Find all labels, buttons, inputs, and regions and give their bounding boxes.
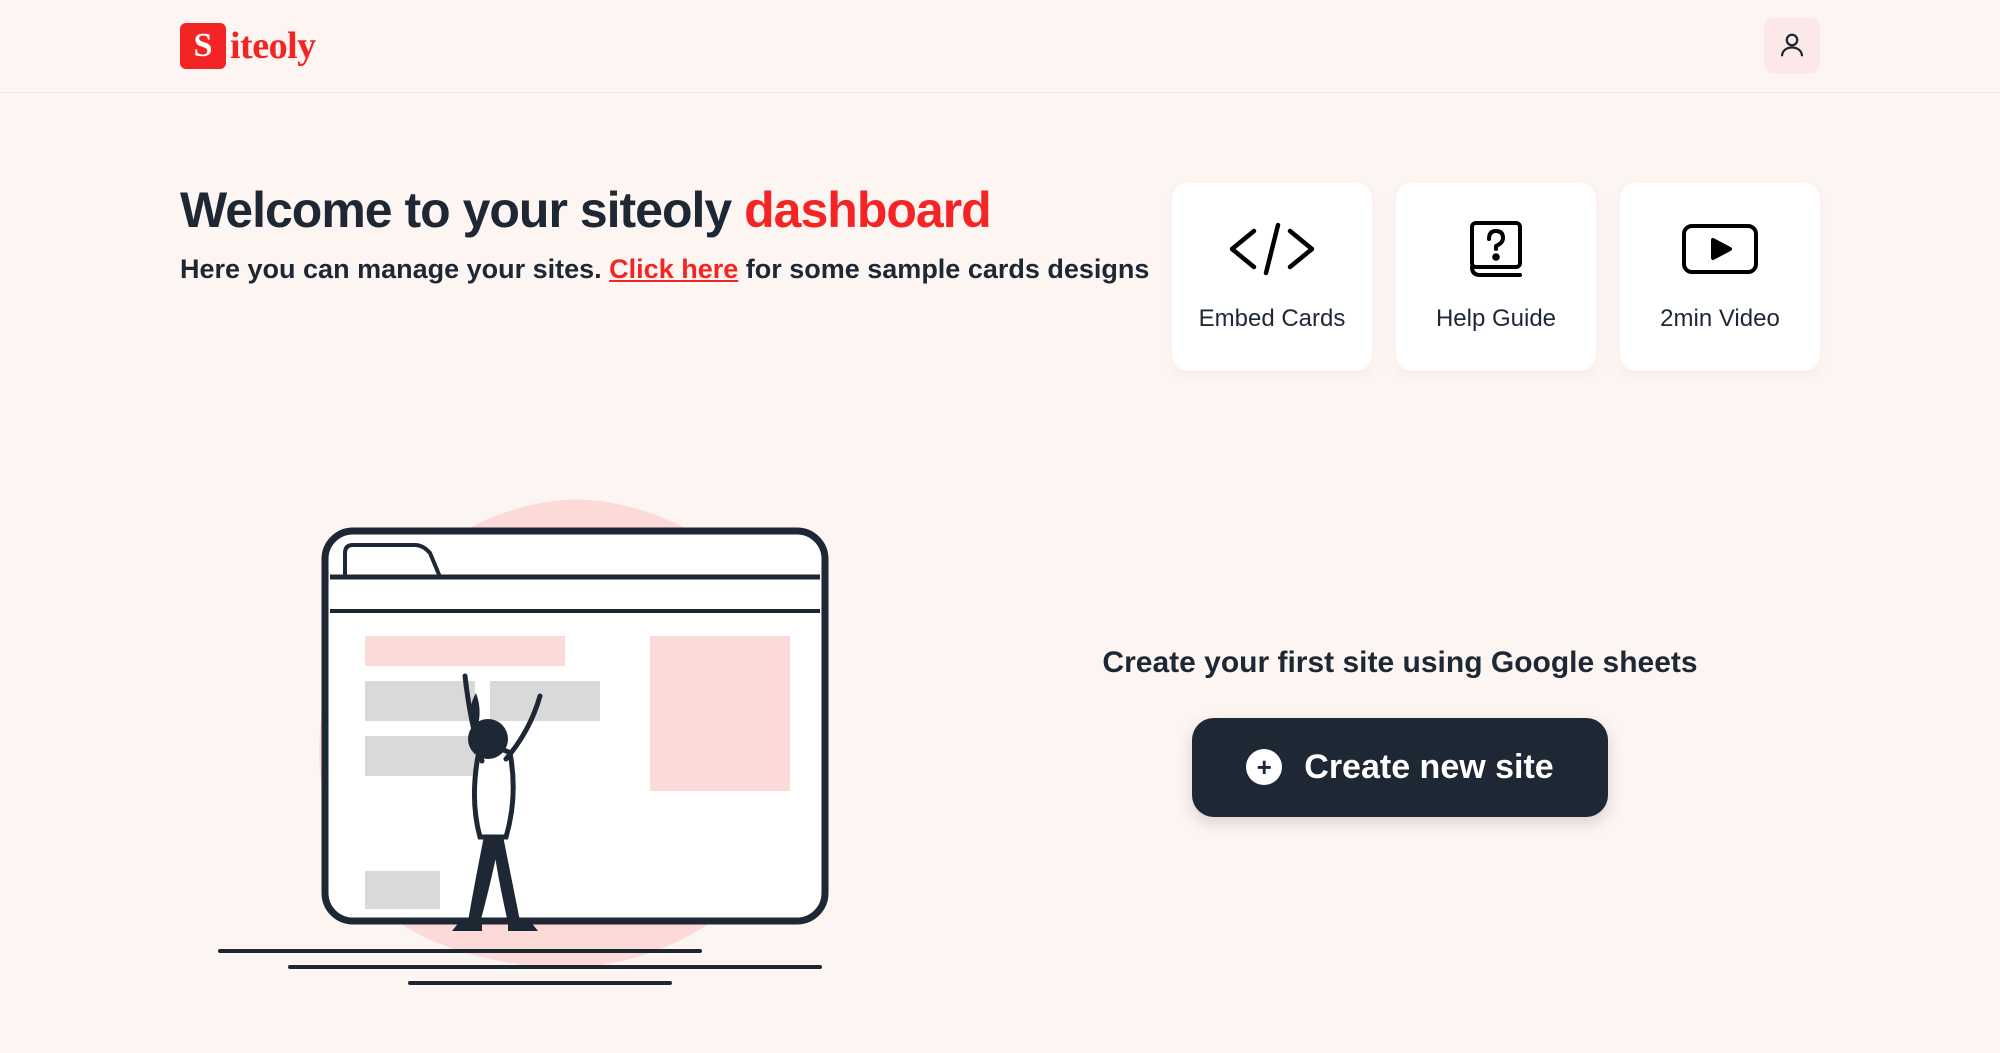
card-label: 2min Video bbox=[1660, 305, 1780, 333]
plus-circle-icon: + bbox=[1246, 749, 1282, 785]
main-content: Welcome to your siteoly dashboard Here y… bbox=[0, 93, 2000, 1001]
title-prefix: Welcome to your siteoly bbox=[180, 182, 744, 238]
top-row: Welcome to your siteoly dashboard Here y… bbox=[180, 183, 1820, 371]
embed-cards-button[interactable]: Embed Cards bbox=[1172, 183, 1372, 371]
subtitle-prefix: Here you can manage your sites. bbox=[180, 254, 609, 284]
video-icon bbox=[1678, 221, 1762, 277]
welcome-section: Welcome to your siteoly dashboard Here y… bbox=[180, 183, 1149, 285]
logo[interactable]: S iteoly bbox=[180, 23, 316, 69]
cta-section: Create your first site using Google shee… bbox=[980, 646, 1820, 817]
card-label: Embed Cards bbox=[1199, 305, 1346, 333]
user-menu-button[interactable] bbox=[1764, 18, 1820, 74]
page-subtitle: Here you can manage your sites. Click he… bbox=[180, 254, 1149, 285]
code-icon bbox=[1222, 221, 1322, 277]
hero-section: Create your first site using Google shee… bbox=[180, 461, 1820, 1001]
quick-links: Embed Cards Help Guide bbox=[1172, 183, 1820, 371]
logo-letter: S bbox=[194, 27, 213, 65]
cta-prompt: Create your first site using Google shee… bbox=[1102, 646, 1697, 680]
dashboard-illustration bbox=[180, 461, 900, 1001]
page-title: Welcome to your siteoly dashboard bbox=[180, 183, 1149, 238]
user-icon bbox=[1777, 30, 1807, 63]
card-label: Help Guide bbox=[1436, 305, 1556, 333]
sample-designs-link[interactable]: Click here bbox=[609, 254, 738, 284]
help-guide-button[interactable]: Help Guide bbox=[1396, 183, 1596, 371]
header: S iteoly bbox=[0, 0, 2000, 93]
video-button[interactable]: 2min Video bbox=[1620, 183, 1820, 371]
cta-button-label: Create new site bbox=[1304, 748, 1553, 787]
subtitle-suffix: for some sample cards designs bbox=[738, 254, 1149, 284]
logo-text: iteoly bbox=[230, 24, 316, 68]
help-book-icon bbox=[1464, 221, 1528, 277]
title-accent: dashboard bbox=[744, 182, 991, 238]
logo-badge: S bbox=[180, 23, 226, 69]
create-site-button[interactable]: + Create new site bbox=[1192, 718, 1607, 817]
